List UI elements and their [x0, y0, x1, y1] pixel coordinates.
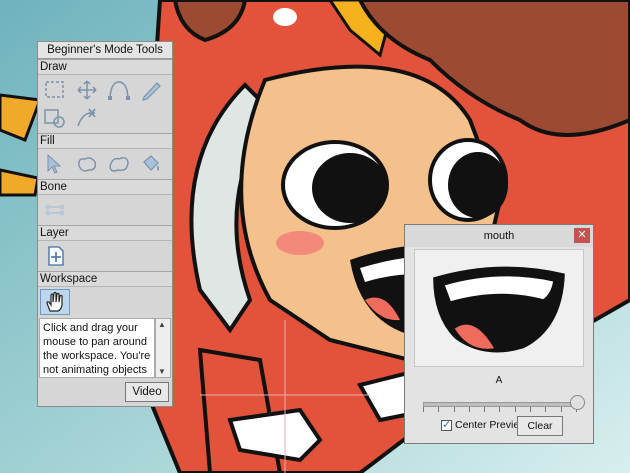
- draw-tools: [38, 75, 172, 133]
- bone-icon: [45, 204, 65, 216]
- select-points-icon: [45, 81, 64, 98]
- section-draw-header: Draw: [38, 59, 172, 75]
- transform-layer-icon: [48, 246, 64, 266]
- delete-edge-icon: [77, 108, 96, 127]
- move-arrows-icon: [77, 80, 97, 100]
- transform-layer-tool[interactable]: [40, 243, 70, 269]
- close-icon[interactable]: ✕: [574, 228, 590, 243]
- section-bone-header: Bone: [38, 179, 172, 195]
- layer-tools: [38, 241, 172, 271]
- clear-button[interactable]: Clear: [517, 416, 563, 436]
- paint-bucket-outline-tool[interactable]: [104, 151, 134, 177]
- blob-shape-icon: [78, 157, 97, 172]
- frame-slider[interactable]: [423, 395, 585, 412]
- center-preview-label: Center Preview: [455, 419, 527, 431]
- tools-panel: Beginner's Mode Tools Draw Fill Bone Lay…: [37, 41, 173, 407]
- section-workspace-header: Workspace: [38, 271, 172, 287]
- transform-points-tool[interactable]: [72, 77, 102, 103]
- select-points-tool[interactable]: [40, 77, 70, 103]
- tool-description: Click and drag your mouse to pan around …: [39, 318, 155, 378]
- select-shape-tool[interactable]: [40, 151, 70, 177]
- bone-tool[interactable]: [40, 197, 70, 223]
- tools-panel-title: Beginner's Mode Tools: [38, 42, 172, 59]
- mouth-preview-image: [433, 266, 565, 353]
- mouth-preview: [414, 249, 584, 367]
- arrow-cursor-icon: [47, 153, 62, 174]
- pencil-icon: [142, 82, 161, 101]
- description-scrollbar[interactable]: ▲ ▼: [155, 318, 171, 378]
- shapes-icon: [44, 109, 65, 128]
- paint-bucket-tool[interactable]: [136, 151, 166, 177]
- pan-hand-tool[interactable]: [40, 289, 70, 315]
- scroll-up-icon[interactable]: ▲: [158, 320, 166, 329]
- slider-knob[interactable]: [570, 395, 585, 410]
- switch-window: mouth ✕ A Center Preview Clear: [404, 224, 594, 444]
- center-preview-checkbox[interactable]: Center Preview: [441, 418, 527, 431]
- add-point-tool[interactable]: [104, 77, 134, 103]
- slider-ticks: [423, 407, 577, 412]
- outline-shape-icon: [109, 156, 129, 172]
- frame-label: A: [495, 375, 503, 386]
- scroll-down-icon[interactable]: ▼: [158, 367, 166, 376]
- switch-window-titlebar[interactable]: mouth ✕: [405, 225, 593, 247]
- fill-tools: [38, 149, 172, 179]
- section-layer-header: Layer: [38, 225, 172, 241]
- bone-tools: [38, 195, 172, 225]
- switch-window-title: mouth: [483, 230, 515, 242]
- paint-bucket-icon: [143, 155, 159, 171]
- section-fill-header: Fill: [38, 133, 172, 149]
- curve-icon: [108, 81, 130, 100]
- delete-edge-tool[interactable]: [72, 105, 102, 131]
- freehand-tool[interactable]: [136, 77, 166, 103]
- video-button[interactable]: Video: [125, 382, 169, 402]
- checkbox-checked-icon[interactable]: [441, 418, 452, 431]
- create-shape-tool[interactable]: [72, 151, 102, 177]
- workspace-tools: [38, 287, 172, 317]
- draw-shape-tool[interactable]: [40, 105, 70, 131]
- hand-icon: [46, 291, 63, 312]
